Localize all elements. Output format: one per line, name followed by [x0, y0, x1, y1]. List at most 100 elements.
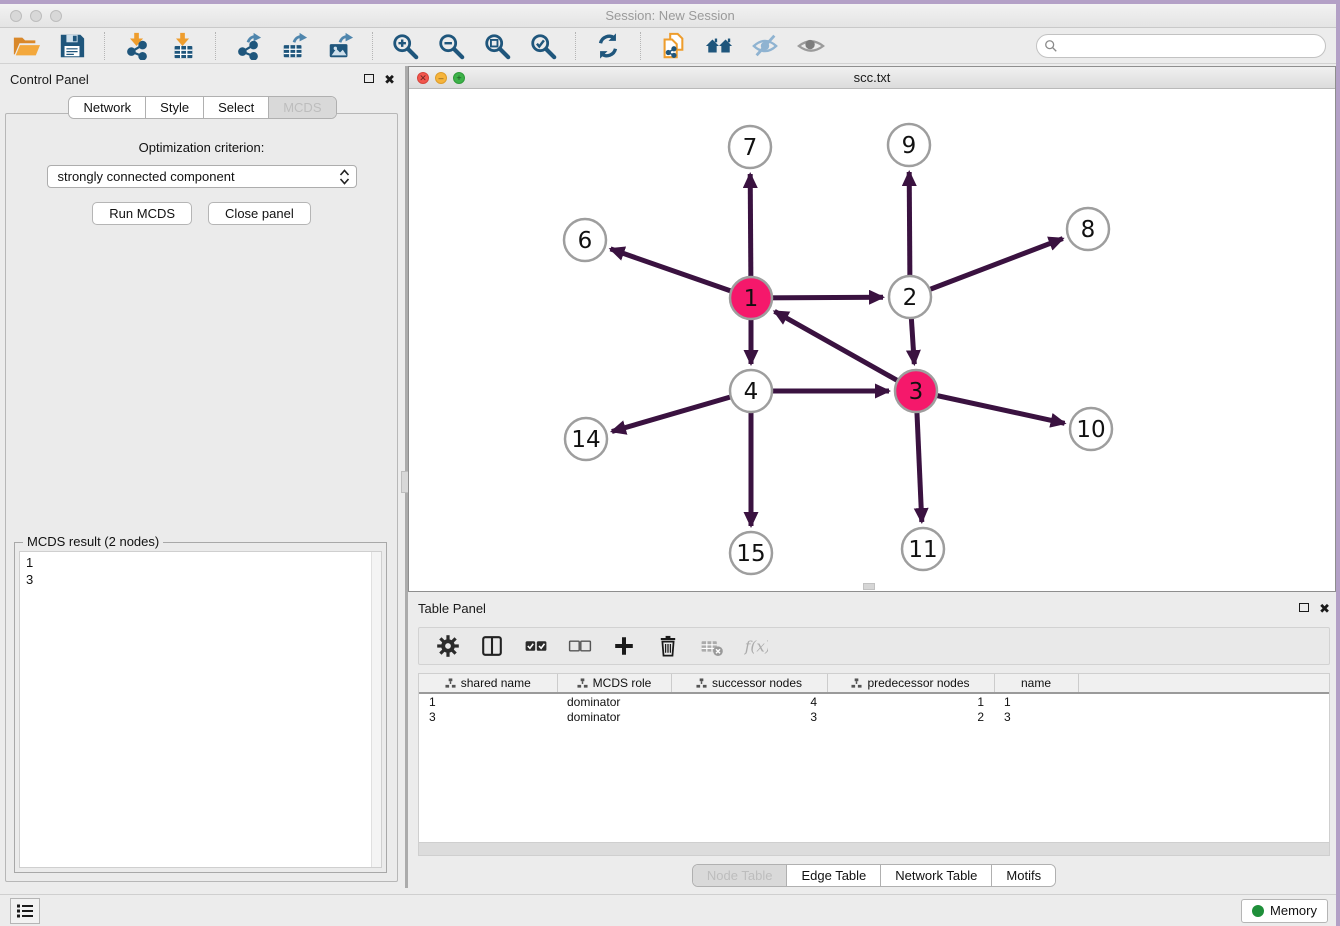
- delete-table-icon: [700, 634, 724, 658]
- main-toolbar: [0, 28, 1340, 64]
- gear-button[interactable]: [435, 633, 461, 659]
- table-float-panel-icon[interactable]: [1299, 602, 1309, 614]
- tab-network-table[interactable]: Network Table: [881, 865, 992, 886]
- zoom-fit-button[interactable]: [481, 31, 513, 61]
- import-network-button[interactable]: [121, 31, 153, 61]
- tab-style[interactable]: Style: [146, 97, 204, 118]
- sort-column-icon: [696, 678, 707, 689]
- network-resize-grip[interactable]: [863, 583, 875, 590]
- edge-2-8[interactable]: [910, 239, 1063, 297]
- node-6[interactable]: 6: [564, 219, 606, 261]
- open-file-button[interactable]: [10, 31, 42, 61]
- node-4[interactable]: 4: [730, 370, 772, 412]
- gear-icon: [436, 634, 460, 658]
- node-2[interactable]: 2: [889, 276, 931, 318]
- node-11[interactable]: 11: [902, 528, 944, 570]
- column-header-name[interactable]: name: [994, 674, 1078, 693]
- network-canvas[interactable]: 1 2 3 4 6 7 8 9 10 11 14 15: [409, 89, 1335, 591]
- column-header-MCDS-role[interactable]: MCDS role: [557, 674, 671, 693]
- close-panel-icon[interactable]: ✖: [384, 73, 395, 86]
- edge-3-1[interactable]: [775, 311, 917, 391]
- node-9[interactable]: 9: [888, 124, 930, 166]
- control-panel-title: Control Panel: [10, 72, 89, 87]
- column-split-button[interactable]: [479, 633, 505, 659]
- export-image-icon: [326, 32, 354, 60]
- export-network-button[interactable]: [232, 31, 264, 61]
- memory-button[interactable]: Memory: [1241, 899, 1328, 923]
- svg-text:2: 2: [903, 285, 918, 311]
- svg-text:7: 7: [743, 135, 758, 161]
- toolbar-separator: [215, 32, 216, 60]
- column-header-successor-nodes[interactable]: successor nodes: [671, 674, 827, 693]
- import-table-button[interactable]: [167, 31, 199, 61]
- column-header-shared-name[interactable]: shared name: [419, 674, 557, 693]
- status-bar: Memory: [0, 894, 1340, 926]
- save-session-button[interactable]: [56, 31, 88, 61]
- edge-1-6[interactable]: [611, 249, 752, 298]
- node-table[interactable]: shared nameMCDS rolesuccessor nodesprede…: [418, 673, 1330, 843]
- export-table-button[interactable]: [278, 31, 310, 61]
- node-3[interactable]: 3: [895, 370, 937, 412]
- unchecked-pair-button[interactable]: [567, 633, 593, 659]
- table-close-panel-icon[interactable]: ✖: [1319, 602, 1330, 615]
- tab-node-table[interactable]: Node Table: [693, 865, 788, 886]
- close-panel-button[interactable]: Close panel: [208, 202, 311, 225]
- sort-column-icon: [851, 678, 862, 689]
- first-neighbors-button[interactable]: [703, 31, 735, 61]
- refresh-icon: [594, 32, 622, 60]
- show-all-icon: [797, 32, 825, 60]
- svg-text:14: 14: [571, 427, 600, 453]
- tab-motifs[interactable]: Motifs: [992, 865, 1055, 886]
- window-frame-right: [1336, 0, 1340, 926]
- open-file-icon: [12, 32, 40, 60]
- tab-select[interactable]: Select: [204, 97, 269, 118]
- criterion-dropdown[interactable]: strongly connected component: [47, 165, 357, 188]
- node-8[interactable]: 8: [1067, 208, 1109, 250]
- table-panel: Table Panel ✖ f(x) shared nameMCDS roles…: [408, 595, 1340, 888]
- table-hscrollbar[interactable]: [418, 843, 1330, 856]
- zoom-in-button[interactable]: [389, 31, 421, 61]
- zoom-selected-icon: [529, 32, 557, 60]
- add-button[interactable]: [611, 633, 637, 659]
- zoom-out-button[interactable]: [435, 31, 467, 61]
- refresh-button[interactable]: [592, 31, 624, 61]
- zoom-selected-button[interactable]: [527, 31, 559, 61]
- application-window: Session: New Session Control Panel ✖ Net…: [0, 0, 1340, 926]
- criterion-dropdown-value: strongly connected component: [58, 169, 235, 184]
- svg-text:8: 8: [1081, 217, 1096, 243]
- tab-mcds[interactable]: MCDS: [269, 97, 335, 118]
- node-15[interactable]: 15: [730, 532, 772, 574]
- memory-button-label: Memory: [1270, 903, 1317, 918]
- title-bar[interactable]: Session: New Session: [0, 4, 1340, 28]
- search-input[interactable]: [1036, 34, 1326, 58]
- column-header-predecessor-nodes[interactable]: predecessor nodes: [827, 674, 994, 693]
- column-split-icon: [480, 634, 504, 658]
- table-row[interactable]: 3dominator323: [419, 709, 1329, 725]
- edge-3-10[interactable]: [916, 391, 1065, 423]
- node-10[interactable]: 10: [1070, 408, 1112, 450]
- task-history-button[interactable]: [10, 898, 40, 924]
- tab-network[interactable]: Network: [69, 97, 146, 118]
- node-1[interactable]: 1: [730, 277, 772, 319]
- new-network-from-selection-button[interactable]: [657, 31, 689, 61]
- float-panel-icon[interactable]: [364, 73, 374, 85]
- checked-pair-button[interactable]: [523, 633, 549, 659]
- node-7[interactable]: 7: [729, 126, 771, 168]
- mcds-result-title: MCDS result (2 nodes): [23, 534, 163, 549]
- table-row[interactable]: 1dominator411: [419, 693, 1329, 709]
- trash-button[interactable]: [655, 633, 681, 659]
- mcds-result-text[interactable]: 1 3: [19, 551, 382, 868]
- hide-selected-icon: [751, 32, 779, 60]
- run-mcds-button[interactable]: Run MCDS: [92, 202, 192, 225]
- export-image-button[interactable]: [324, 31, 356, 61]
- tab-edge-table[interactable]: Edge Table: [787, 865, 881, 886]
- import-network-icon: [123, 32, 151, 60]
- result-scrollbar[interactable]: [371, 552, 381, 867]
- zoom-in-icon: [391, 32, 419, 60]
- svg-text:f(x): f(x): [744, 638, 768, 656]
- hide-selected-button[interactable]: [749, 31, 781, 61]
- node-14[interactable]: 14: [565, 418, 607, 460]
- first-neighbors-icon: [705, 32, 733, 60]
- network-window-titlebar[interactable]: ✕ – + scc.txt: [409, 67, 1335, 89]
- toolbar-separator: [575, 32, 576, 60]
